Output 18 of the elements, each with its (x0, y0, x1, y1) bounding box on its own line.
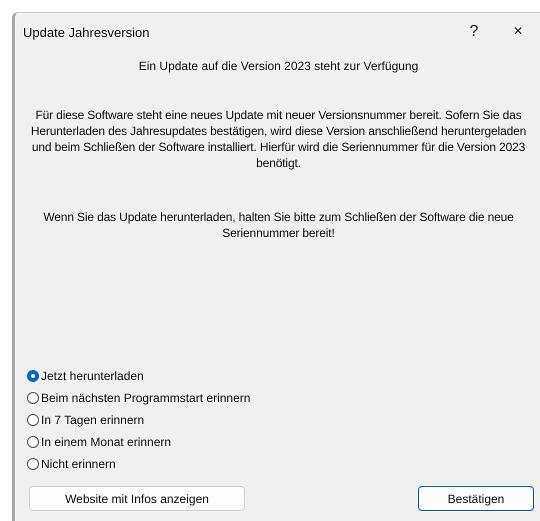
radio-button[interactable] (27, 392, 39, 404)
radio-button[interactable] (27, 436, 39, 448)
radio-button[interactable] (27, 414, 39, 426)
radio-label[interactable]: Beim nächsten Programmstart erinnern (41, 391, 250, 405)
window-title: Update Jahresversion (23, 24, 150, 40)
radio-label[interactable]: In 7 Tagen erinnern (41, 413, 144, 427)
message-text: Für diese Software steht eine neues Update mit neuer Versionsnummer bereit. Sofern Sie das Herunterladen des Jahresupdates bestätigen, wird diese Version anschließend heruntergeladen und beim Schließen der Software installiert. Hierfür wird die Seriennummer für die Version 2023 benötigt. (30, 107, 528, 171)
confirm-button[interactable]: Bestätigen (418, 486, 534, 511)
radio-button[interactable] (27, 370, 39, 382)
help-button[interactable]: ? (452, 17, 496, 47)
radio-label[interactable]: Jetzt herunterladen (41, 369, 144, 383)
message-text: Wenn Sie das Update herunterladen, halten Sie bitte zum Schließen der Software die neue Seriennummer bereit! (42, 209, 515, 241)
radio-button[interactable] (27, 458, 39, 470)
radio-label[interactable]: In einem Monat erinnern (41, 435, 172, 449)
radio-label[interactable]: Nicht erinnern (41, 457, 116, 471)
heading: Ein Update auf die Version 2023 steht zur Verfügung (138, 59, 420, 73)
close-button[interactable]: × (496, 17, 540, 47)
website-button[interactable]: Website mit Infos anzeigen (29, 486, 245, 511)
